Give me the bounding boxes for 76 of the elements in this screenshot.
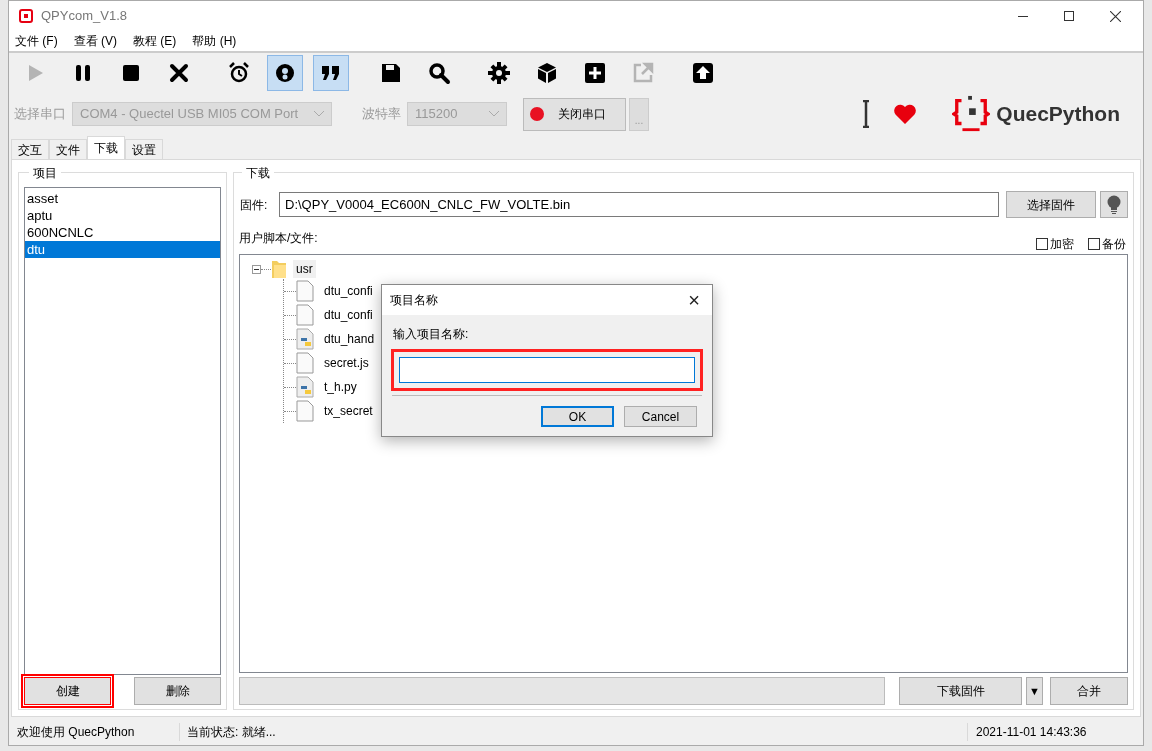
group-title: 下载	[242, 164, 274, 182]
settings-icon	[487, 61, 511, 85]
baud-label: 波特率	[362, 105, 401, 124]
merge-button[interactable]: 合并	[1050, 677, 1128, 705]
download-firmware-button[interactable]: 下载固件	[899, 677, 1022, 705]
tree-file-label[interactable]: t_h.py	[324, 378, 357, 396]
project-item[interactable]: 600NCNLC	[25, 224, 220, 241]
dialog-prompt: 输入项目名称:	[393, 326, 470, 343]
project-action-button[interactable]: 删除	[134, 677, 221, 705]
checkbox[interactable]: 加密	[1036, 235, 1074, 253]
checkbox[interactable]: 备份	[1088, 235, 1126, 253]
tree-file-label[interactable]: tx_secret	[324, 402, 373, 420]
firmware-label: 固件:	[239, 196, 269, 214]
project-name-field[interactable]	[399, 357, 695, 383]
status-datetime: 2021-11-01 14:43:36	[967, 723, 1143, 741]
tree-file-label[interactable]: dtu_confi	[324, 282, 373, 300]
alarm-clock-icon	[227, 61, 251, 85]
project-item[interactable]: dtu	[25, 241, 220, 258]
heart-icon	[892, 103, 919, 125]
ok-button[interactable]: OK	[541, 406, 614, 427]
dialog-title: 项目名称	[390, 292, 438, 309]
close-port-button[interactable]: 关闭串口	[523, 97, 626, 131]
files-label: 用户脚本/文件:	[239, 230, 318, 247]
tab[interactable]: 文件	[49, 139, 87, 159]
menu-item[interactable]: 帮助 (H)	[192, 32, 237, 50]
upload-icon	[691, 61, 715, 85]
menu-item[interactable]: 教程 (E)	[133, 32, 177, 50]
window-title: QPYcom_V1.8	[41, 7, 127, 26]
python-file-icon	[296, 328, 314, 350]
brand-name: QuecPython	[996, 101, 1120, 128]
close-icon	[167, 61, 191, 85]
chevron-down-icon	[489, 111, 499, 117]
tab[interactable]: 交互	[11, 139, 49, 159]
project-action-button[interactable]: 创建	[24, 677, 111, 705]
app-logo-icon	[19, 9, 33, 23]
tab[interactable]: 下载	[87, 136, 125, 159]
menu-item[interactable]: 文件 (F)	[15, 32, 58, 50]
hint-button[interactable]	[1100, 191, 1128, 218]
brand-logo-icon	[952, 95, 991, 133]
tree-file-label[interactable]: secret.js	[324, 354, 369, 372]
project-item[interactable]: asset	[25, 190, 220, 207]
file-icon	[296, 280, 314, 302]
python-file-icon	[296, 376, 314, 398]
dialog-close-button[interactable]: ×	[684, 290, 704, 310]
circle-icon	[273, 61, 297, 85]
toolbar-button[interactable]	[267, 55, 303, 91]
tab[interactable]: 设置	[125, 139, 163, 159]
file-icon	[296, 400, 314, 422]
export-icon	[631, 61, 655, 85]
choose-firmware-button[interactable]: 选择固件	[1006, 191, 1096, 218]
dropdown-button[interactable]: ▼	[1026, 677, 1043, 705]
status-state: 当前状态: 就绪...	[179, 723, 276, 741]
file-icon	[296, 352, 314, 374]
maximize-icon[interactable]	[1064, 11, 1074, 21]
file-icon	[296, 304, 314, 326]
port-label: 选择串口	[14, 105, 66, 124]
menu-item[interactable]: 查看 (V)	[73, 32, 117, 50]
plus-icon	[583, 61, 607, 85]
close-icon[interactable]	[1110, 10, 1121, 22]
chevron-down-icon	[314, 111, 324, 117]
cube-icon	[535, 61, 559, 85]
tree-folder-label[interactable]: usr	[293, 260, 316, 278]
text-cursor-icon	[862, 100, 871, 128]
search-icon	[427, 61, 451, 85]
toolbar-button[interactable]	[313, 55, 349, 91]
cancel-button[interactable]: Cancel	[624, 406, 697, 427]
tree-file-label[interactable]: dtu_confi	[324, 306, 373, 324]
project-item[interactable]: aptu	[25, 207, 220, 224]
tree-file-label[interactable]: dtu_hand	[324, 330, 375, 348]
light-bulb-icon	[1106, 194, 1122, 215]
collapse-toggle-icon[interactable]	[252, 264, 261, 274]
status-welcome: 欢迎使用 QuecPython	[16, 724, 136, 741]
save-icon	[379, 61, 403, 85]
minimize-icon[interactable]	[1018, 15, 1028, 17]
folder-icon	[271, 259, 287, 279]
firmware-path-field[interactable]: D:\QPY_V0004_EC600N_CNLC_FW_VOLTE.bin	[279, 192, 999, 217]
